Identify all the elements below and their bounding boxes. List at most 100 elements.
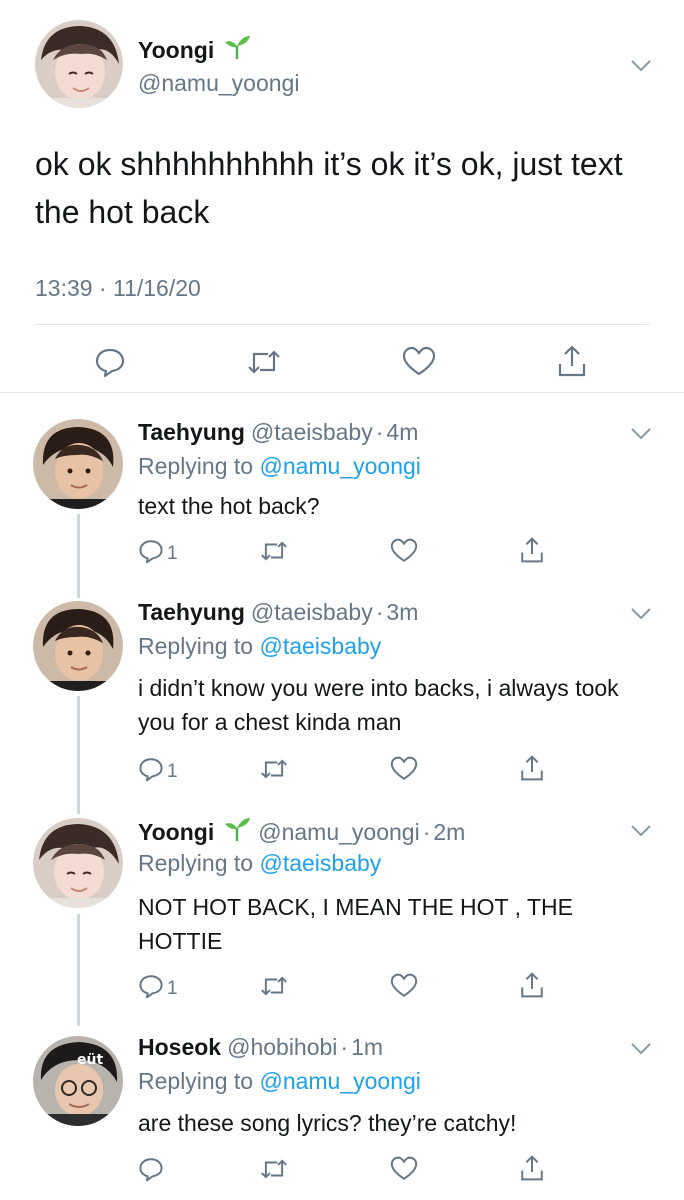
mention-link[interactable]: @namu_yoongi: [259, 453, 420, 479]
comment-icon: [138, 756, 164, 787]
avatar[interactable]: [33, 601, 123, 691]
heart-icon: [402, 346, 436, 383]
thread-line: [77, 914, 80, 1026]
reply-header: Yoongi @namu_yoongi · 2m: [138, 816, 465, 848]
share-icon: [519, 1154, 545, 1187]
author-handle[interactable]: @taeisbaby: [251, 419, 373, 446]
mention-link[interactable]: @taeisbaby: [259, 850, 381, 876]
retweet-icon: [259, 973, 289, 1004]
replying-to: Replying to @namu_yoongi: [138, 1068, 421, 1095]
reply-time[interactable]: 3m: [386, 599, 418, 626]
retweet-icon: [259, 756, 289, 787]
retweet-button[interactable]: [246, 346, 282, 383]
share-button[interactable]: [519, 536, 545, 569]
reply-count: 1: [167, 542, 178, 564]
share-button[interactable]: [519, 754, 545, 787]
heart-icon: [390, 756, 418, 787]
reply-tweet[interactable]: Taehyung @taeisbaby · 4m Replying to @na…: [0, 393, 684, 583]
reply-tweet[interactable]: eüt Hoseok @hobihobi · 1m Replying to @n…: [0, 1018, 684, 1200]
reply-time[interactable]: 2m: [433, 819, 465, 846]
comment-icon: [138, 1156, 164, 1187]
sprout-icon: [222, 34, 252, 66]
replying-prefix: Replying to: [138, 453, 254, 479]
share-icon: [519, 971, 545, 1004]
tweet-text: ok ok shhhhhhhhhh it’s ok it’s ok, just …: [35, 146, 623, 230]
reply-header: Hoseok @hobihobi · 1m: [138, 1034, 383, 1061]
reply-count: 1: [167, 977, 178, 999]
mention-link[interactable]: @namu_yoongi: [259, 1068, 420, 1094]
avatar[interactable]: [33, 818, 123, 908]
retweet-icon: [259, 1156, 289, 1187]
reply-count: 1: [167, 760, 178, 782]
share-icon: [519, 536, 545, 569]
display-name[interactable]: Hoseok: [138, 1034, 221, 1061]
chevron-down-icon[interactable]: [630, 1042, 652, 1056]
retweet-button[interactable]: [259, 538, 289, 569]
replying-prefix: Replying to: [138, 633, 254, 659]
reply-header: Taehyung @taeisbaby · 4m: [138, 419, 418, 446]
retweet-icon: [259, 538, 289, 569]
reply-text: i didn’t know you were into backs, i alw…: [138, 675, 619, 735]
reply-time[interactable]: 4m: [386, 419, 418, 446]
display-name: Yoongi: [138, 36, 215, 63]
heart-icon: [390, 538, 418, 569]
display-name[interactable]: Taehyung: [138, 419, 245, 446]
reply-time[interactable]: 1m: [351, 1034, 383, 1061]
author-name[interactable]: Yoongi: [138, 34, 252, 66]
reply-tweet[interactable]: Taehyung @taeisbaby · 3m Replying to @ta…: [0, 583, 684, 800]
share-button[interactable]: [519, 971, 545, 1004]
reply-text: are these song lyrics? they’re catchy!: [138, 1110, 517, 1136]
retweet-button[interactable]: [259, 756, 289, 787]
display-name[interactable]: Taehyung: [138, 599, 245, 626]
replying-to: Replying to @taeisbaby: [138, 850, 381, 877]
tweet-timestamp[interactable]: 13:39 · 11/16/20: [35, 275, 201, 302]
reply-text: NOT HOT BACK, I MEAN THE HOT , THE HOTTI…: [138, 894, 573, 954]
reply-button[interactable]: [94, 346, 126, 383]
separator-dot: ·: [375, 599, 384, 625]
author-handle[interactable]: @taeisbaby: [251, 599, 373, 626]
like-button[interactable]: [402, 346, 436, 383]
like-button[interactable]: [390, 538, 418, 569]
replying-prefix: Replying to: [138, 1068, 254, 1094]
author-handle[interactable]: @namu_yoongi: [138, 70, 299, 97]
reply-button[interactable]: 1: [138, 973, 178, 1004]
reply-button[interactable]: 1: [138, 538, 178, 569]
chevron-down-icon[interactable]: [630, 824, 652, 838]
share-button[interactable]: [556, 344, 588, 383]
comment-icon: [94, 346, 126, 383]
mention-link[interactable]: @taeisbaby: [259, 633, 381, 659]
chevron-down-icon[interactable]: [630, 427, 652, 441]
chevron-down-icon[interactable]: [630, 59, 652, 73]
avatar[interactable]: [33, 419, 123, 509]
divider: [35, 324, 650, 325]
replying-to: Replying to @namu_yoongi: [138, 453, 421, 480]
tweet-actions: [0, 340, 684, 384]
retweet-icon: [246, 346, 282, 383]
like-button[interactable]: [390, 973, 418, 1004]
reply-tweet[interactable]: Yoongi @namu_yoongi · 2m Replying to @ta…: [0, 800, 684, 1018]
avatar[interactable]: [35, 20, 123, 108]
share-button[interactable]: [519, 1154, 545, 1187]
separator-dot: ·: [422, 818, 431, 845]
author-handle[interactable]: @namu_yoongi: [258, 819, 419, 846]
replying-prefix: Replying to: [138, 850, 254, 876]
retweet-button[interactable]: [259, 973, 289, 1004]
main-tweet: Yoongi @namu_yoongi ok ok shhhhhhhhhh it…: [0, 0, 684, 393]
comment-icon: [138, 538, 164, 569]
share-icon: [519, 754, 545, 787]
avatar[interactable]: eüt: [33, 1036, 123, 1126]
like-button[interactable]: [390, 756, 418, 787]
thread-line: [77, 696, 80, 814]
like-button[interactable]: [390, 1156, 418, 1187]
display-name[interactable]: Yoongi: [138, 819, 214, 846]
separator-dot: ·: [340, 1034, 349, 1060]
retweet-button[interactable]: [259, 1156, 289, 1187]
author-handle[interactable]: @hobihobi: [227, 1034, 337, 1061]
heart-icon: [390, 973, 418, 1004]
sprout-icon: [222, 816, 252, 848]
separator-dot: ·: [375, 419, 384, 445]
chevron-down-icon[interactable]: [630, 607, 652, 621]
reply-button[interactable]: 1: [138, 756, 178, 787]
reply-button[interactable]: [138, 1156, 167, 1187]
heart-icon: [390, 1156, 418, 1187]
